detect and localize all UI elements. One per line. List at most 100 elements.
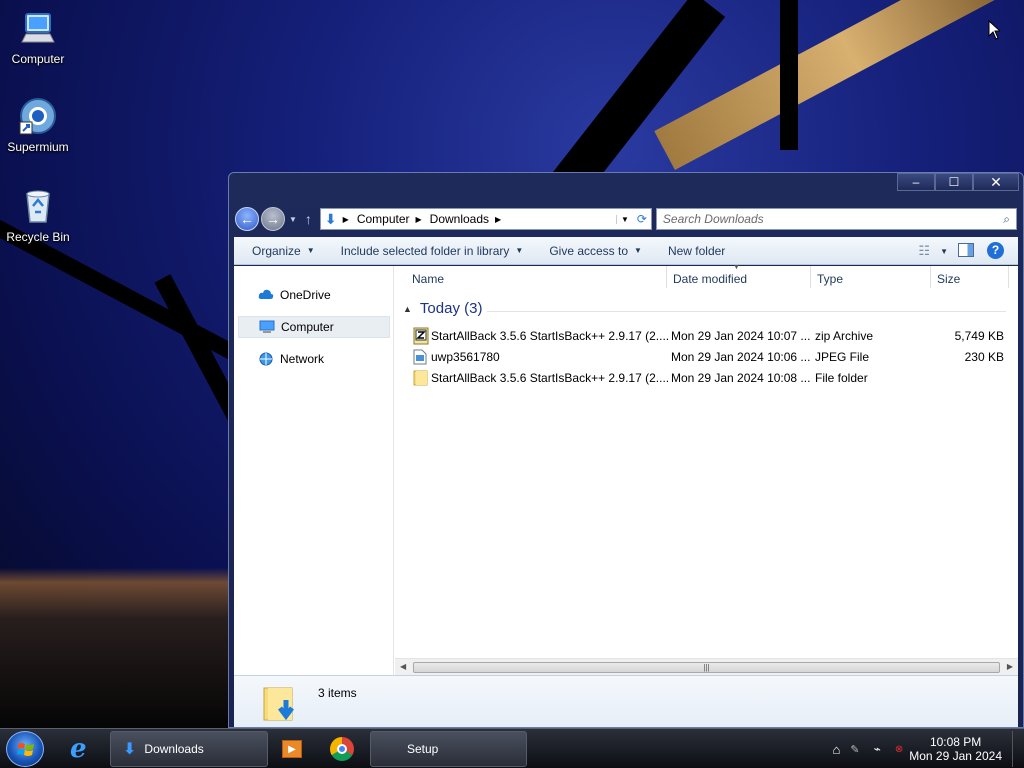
organize-label: Organize <box>252 243 301 258</box>
clock[interactable]: 10:08 PM Mon 29 Jan 2024 <box>909 735 1002 763</box>
clock-date: Mon 29 Jan 2024 <box>909 749 1002 763</box>
column-header-row: Name ▼ Date modified Type Size <box>395 264 1018 290</box>
chrome-icon <box>330 737 354 761</box>
chevron-down-icon: ▼ <box>634 246 642 255</box>
pen-icon[interactable]: ✎ <box>850 743 859 756</box>
column-header-type[interactable]: Type <box>817 272 843 286</box>
back-button[interactable]: ← <box>235 207 259 231</box>
search-input[interactable]: Search Downloads ⌕ <box>655 208 1017 230</box>
file-list-pane: Name ▼ Date modified Type Size ▲ Today (… <box>395 264 1018 675</box>
file-type: zip Archive <box>815 329 874 343</box>
include-library-button[interactable]: Include selected folder in library ▼ <box>341 244 524 258</box>
organize-button[interactable]: Organize ▼ <box>252 244 315 258</box>
address-dropdown-icon[interactable]: ▼ <box>616 214 629 224</box>
maximize-button[interactable]: ☐ <box>935 173 973 191</box>
up-button[interactable]: ↑ <box>305 211 312 227</box>
sort-indicator-icon: ▼ <box>733 264 740 271</box>
nav-item-computer[interactable]: Computer <box>238 316 390 338</box>
windows-logo-icon <box>17 741 35 759</box>
volume-muted-icon[interactable]: ⊗ <box>895 744 903 755</box>
start-button[interactable] <box>6 731 44 767</box>
horizontal-scrollbar[interactable]: ◀ ||| ▶ <box>395 658 1018 675</box>
chevron-down-icon: ▼ <box>515 246 524 255</box>
file-size: 5,749 KB <box>954 329 1004 343</box>
file-date: Mon 29 Jan 2024 10:08 ... <box>671 371 811 385</box>
nav-item-network[interactable]: Network <box>238 348 390 370</box>
chevron-down-icon: ▼ <box>306 246 315 255</box>
taskbar: e ⬇ Downloads ▶ Setup ⌂ ✎ ⌁ ⊗ 10:08 PM M… <box>0 728 1024 768</box>
file-type: JPEG File <box>815 350 870 364</box>
nav-item-onedrive[interactable]: OneDrive <box>238 284 390 306</box>
recycle-bin-icon <box>18 186 58 226</box>
file-row[interactable]: StartAllBack 3.5.6 StartIsBack++ 2.9.17 … <box>411 326 1008 347</box>
breadcrumb-downloads[interactable]: Downloads <box>430 212 489 226</box>
onedrive-icon <box>258 288 274 302</box>
desktop-icon-computer[interactable]: Computer <box>0 8 76 66</box>
navigation-row: ← → ▼ ↑ ⬇ ▶ Computer ▶ Downloads ▶ ▼ ⟳ S… <box>235 207 1017 231</box>
forward-button[interactable]: → <box>261 207 285 231</box>
file-name: StartAllBack 3.5.6 StartIsBack++ 2.9.17 … <box>431 371 670 385</box>
file-date: Mon 29 Jan 2024 10:06 ... <box>671 350 811 364</box>
file-row[interactable]: uwp3561780 Mon 29 Jan 2024 10:06 ... JPE… <box>411 347 1008 368</box>
give-access-label: Give access to <box>549 243 629 258</box>
column-divider[interactable] <box>930 266 931 288</box>
collapse-group-icon[interactable]: ▲ <box>403 304 412 314</box>
column-header-name[interactable]: Name <box>412 272 444 286</box>
column-header-size[interactable]: Size <box>937 272 960 286</box>
scrollbar-thumb[interactable]: ||| <box>413 662 1000 673</box>
nav-item-label: OneDrive <box>280 288 331 302</box>
recent-pages-dropdown[interactable]: ▼ <box>289 215 297 224</box>
computer-icon <box>18 8 58 48</box>
show-desktop-button[interactable] <box>1012 731 1024 767</box>
help-icon[interactable]: ? <box>987 242 1004 259</box>
wallpaper-beam <box>780 0 798 150</box>
address-bar[interactable]: ⬇ ▶ Computer ▶ Downloads ▶ ▼ ⟳ <box>319 208 652 230</box>
view-options-icon[interactable]: ☷ <box>918 243 930 259</box>
arrow-left-icon: ← <box>240 211 254 227</box>
internet-explorer-icon: e <box>70 734 87 764</box>
column-divider[interactable] <box>810 266 811 288</box>
chevron-down-icon[interactable]: ▼ <box>940 247 948 256</box>
desktop-icon-label: Recycle Bin <box>6 230 70 244</box>
desktop-icon-supermium[interactable]: Supermium <box>0 96 76 154</box>
clock-time: 10:08 PM <box>929 735 982 749</box>
column-divider[interactable] <box>666 266 667 288</box>
system-tray: ⌂ ✎ ⌁ ⊗ 10:08 PM Mon 29 Jan 2024 <box>833 729 1024 768</box>
breadcrumb-separator-icon: ▶ <box>415 214 422 224</box>
explorer-window: – ☐ ✕ ← → ▼ ↑ ⬇ ▶ Computer ▶ Downloads ▶… <box>228 172 1024 728</box>
file-row[interactable]: StartAllBack 3.5.6 StartIsBack++ 2.9.17 … <box>411 368 1008 389</box>
scroll-left-icon[interactable]: ◀ <box>400 662 406 671</box>
network-icon <box>258 352 274 366</box>
breadcrumb-computer[interactable]: Computer <box>357 212 410 226</box>
scroll-right-icon[interactable]: ▶ <box>1007 662 1013 671</box>
taskbar-media-player[interactable]: ▶ <box>282 731 304 767</box>
refresh-icon[interactable]: ⟳ <box>637 212 647 226</box>
group-header-today[interactable]: ▲ Today (3) <box>403 300 482 317</box>
image-file-icon <box>413 349 427 365</box>
column-header-date-modified[interactable]: Date modified <box>673 272 747 286</box>
file-size: 230 KB <box>964 350 1004 364</box>
file-name: uwp3561780 <box>431 350 500 364</box>
breadcrumb-separator-icon: ▶ <box>495 214 502 224</box>
preview-pane-icon[interactable] <box>958 243 974 257</box>
close-button[interactable]: ✕ <box>973 173 1019 191</box>
desktop-icon-label: Supermium <box>7 140 69 154</box>
new-folder-button[interactable]: New folder <box>668 244 725 258</box>
action-center-icon[interactable]: ⌂ <box>833 742 841 757</box>
command-bar: Organize ▼ Include selected folder in lib… <box>234 237 1018 265</box>
network-status-icon[interactable]: ⌁ <box>874 742 881 756</box>
desktop-icon-label: Computer <box>11 52 65 66</box>
search-icon[interactable]: ⌕ <box>1003 212 1010 227</box>
item-count: 3 items <box>318 686 357 700</box>
taskbar-downloads[interactable]: ⬇ Downloads <box>110 731 268 767</box>
give-access-button[interactable]: Give access to ▼ <box>549 244 642 258</box>
arrow-right-icon: → <box>266 211 280 227</box>
column-divider[interactable] <box>1008 266 1009 288</box>
desktop-icon-recycle-bin[interactable]: Recycle Bin <box>0 186 76 244</box>
taskbar-internet-explorer[interactable]: e <box>70 731 100 767</box>
taskbar-chrome[interactable] <box>330 731 356 767</box>
taskbar-setup[interactable]: Setup <box>370 731 527 767</box>
group-divider <box>487 311 1006 312</box>
minimize-button[interactable]: – <box>897 173 935 191</box>
taskbar-item-label: Setup <box>407 742 439 756</box>
